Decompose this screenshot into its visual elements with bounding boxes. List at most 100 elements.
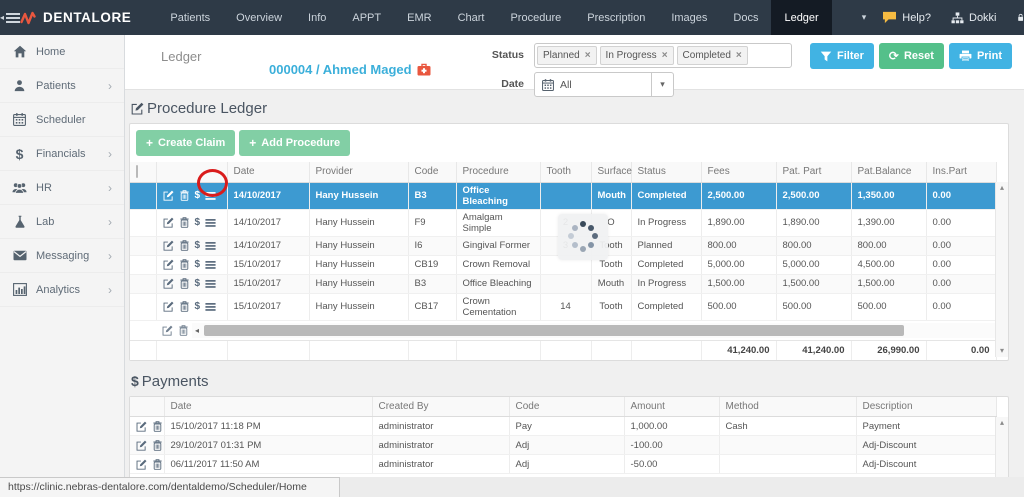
date-filter-select[interactable]: All ▾	[534, 72, 674, 97]
procedure-row[interactable]: $ 15/10/2017 Hany Hussein B3 Office Blea…	[130, 274, 996, 293]
print-button[interactable]: Print	[949, 43, 1012, 69]
nav-item-emr[interactable]: EMR	[394, 0, 444, 35]
close-icon[interactable]: ×	[736, 50, 742, 61]
edit-icon[interactable]	[163, 190, 174, 201]
cell-code: B3	[408, 182, 456, 209]
sidebar-item-home[interactable]: Home	[0, 35, 124, 69]
trash-icon[interactable]	[179, 217, 190, 228]
sidebar-item-messaging[interactable]: Messaging ›	[0, 239, 124, 273]
col-date: Date	[164, 397, 372, 417]
nav-more-dropdown[interactable]: ▾	[846, 0, 883, 35]
nav-item-images[interactable]: Images	[658, 0, 720, 35]
sidebar-item-patients[interactable]: Patients ›	[0, 69, 124, 103]
procedure-table-area: Date Provider Code Procedure Tooth Surfa…	[130, 162, 1008, 360]
trash-icon[interactable]	[179, 301, 190, 312]
nav-item-chart[interactable]: Chart	[445, 0, 498, 35]
payment-row[interactable]: 15/10/2017 11:18 PM administrator Pay 1,…	[130, 417, 996, 436]
user-menu[interactable]: System Administrator ▾	[1017, 6, 1024, 30]
details-list-icon[interactable]	[205, 279, 216, 289]
nav-item-ledger[interactable]: Ledger	[771, 0, 831, 35]
scroll-down-arrow[interactable]: ▾	[1000, 347, 1004, 355]
cell-status: Completed	[631, 182, 701, 209]
edit-icon[interactable]	[136, 421, 147, 432]
brand[interactable]: DENTALORE	[20, 0, 157, 35]
sidebar-item-analytics[interactable]: Analytics ›	[0, 273, 124, 307]
procedure-toolbar: + Create Claim + Add Procedure	[130, 124, 1008, 162]
edit-icon[interactable]	[163, 240, 174, 251]
status-filter-input[interactable]: Planned × In Progress × Completed ×	[534, 43, 792, 68]
edit-icon[interactable]	[163, 259, 174, 270]
vertical-scrollbar[interactable]: ▴ ▾	[995, 182, 1008, 357]
edit-icon[interactable]	[163, 278, 174, 289]
procedure-ledger-title: Procedure Ledger	[131, 100, 1010, 117]
payment-dollar-icon[interactable]: $	[195, 278, 201, 289]
edit-icon[interactable]	[162, 325, 173, 336]
edit-icon[interactable]	[136, 459, 147, 470]
trash-icon[interactable]	[179, 259, 190, 270]
payment-dollar-icon[interactable]: $	[195, 259, 201, 270]
flask-icon	[12, 215, 27, 228]
scrollbar-thumb[interactable]	[204, 325, 904, 336]
procedure-row-selected[interactable]: $ 14/10/2017 Hany Hussein B3 Office Blea…	[130, 182, 996, 209]
details-list-icon[interactable]	[205, 218, 216, 228]
details-list-icon[interactable]	[205, 241, 216, 251]
sidebar-item-scheduler[interactable]: Scheduler	[0, 103, 124, 137]
edit-icon[interactable]	[163, 217, 174, 228]
nav-item-appt[interactable]: APPT	[339, 0, 394, 35]
trash-icon[interactable]	[152, 421, 163, 432]
clinic-selector[interactable]: Dokki	[951, 12, 997, 24]
horizontal-scrollbar[interactable]: ◂ ▸	[192, 323, 1007, 338]
sidebar-item-financials[interactable]: $ Financials ›	[0, 137, 124, 171]
nav-item-prescription[interactable]: Prescription	[574, 0, 658, 35]
reset-button[interactable]: ⟳ Reset	[879, 43, 944, 69]
edit-icon[interactable]	[136, 440, 147, 451]
nav-item-docs[interactable]: Docs	[720, 0, 771, 35]
payment-row[interactable]: 06/11/2017 11:50 AM administrator Adj -5…	[130, 455, 996, 474]
trash-icon[interactable]	[179, 190, 190, 201]
col-pat-part: Pat. Part	[776, 162, 851, 182]
scroll-left-arrow[interactable]: ◂	[192, 326, 202, 335]
total-pat-balance: 26,990.00	[851, 341, 926, 360]
scroll-up-arrow[interactable]: ▴	[1000, 419, 1004, 427]
trash-icon[interactable]	[179, 278, 190, 289]
sidebar-item-lab[interactable]: Lab ›	[0, 205, 124, 239]
people-icon	[12, 181, 27, 194]
procedure-row[interactable]: $ 15/10/2017 Hany Hussein CB17 Crown Cem…	[130, 293, 996, 320]
cell-pat-part: 2,500.00	[776, 182, 851, 209]
trash-icon[interactable]	[152, 459, 163, 470]
nav-item-info[interactable]: Info	[295, 0, 339, 35]
dollar-icon: $	[12, 146, 27, 162]
edit-icon[interactable]	[163, 301, 174, 312]
payment-dollar-icon[interactable]: $	[195, 240, 201, 251]
chevron-down-icon[interactable]: ▾	[651, 73, 673, 96]
payment-row[interactable]: 29/10/2017 01:31 PM administrator Adj -1…	[130, 436, 996, 455]
help-link[interactable]: Help?	[882, 11, 931, 24]
payments-panel: Date Created By Code Amount Method Descr…	[129, 396, 1009, 478]
trash-icon[interactable]	[179, 240, 190, 251]
close-icon[interactable]: ×	[662, 50, 668, 61]
payment-dollar-icon[interactable]: $	[195, 217, 201, 228]
filter-button[interactable]: Filter	[810, 43, 874, 69]
details-list-icon[interactable]	[205, 260, 216, 270]
create-claim-button[interactable]: + Create Claim	[136, 130, 235, 156]
payment-dollar-icon[interactable]: $	[195, 190, 201, 201]
vertical-scrollbar[interactable]: ▴ ▾	[995, 417, 1008, 478]
page-title: Ledger	[161, 49, 269, 89]
details-list-icon[interactable]	[205, 302, 216, 312]
trash-icon[interactable]	[152, 440, 163, 451]
close-icon[interactable]: ×	[585, 50, 591, 61]
payment-dollar-icon[interactable]: $	[195, 301, 201, 312]
procedure-ledger-panel: + Create Claim + Add Procedure D	[129, 123, 1009, 361]
nav-item-procedure[interactable]: Procedure	[497, 0, 574, 35]
select-all-checkbox[interactable]	[136, 165, 138, 178]
sidebar-toggle-button[interactable]: ◂	[0, 0, 20, 35]
details-list-icon[interactable]	[205, 191, 216, 201]
add-procedure-button[interactable]: + Add Procedure	[239, 130, 350, 156]
sidebar-item-hr[interactable]: HR ›	[0, 171, 124, 205]
trash-icon[interactable]	[178, 325, 189, 336]
nav-item-patients[interactable]: Patients	[157, 0, 223, 35]
scroll-up-arrow[interactable]: ▴	[1000, 184, 1004, 192]
nav-item-overview[interactable]: Overview	[223, 0, 295, 35]
patient-link[interactable]: 000004 / Ahmed Maged	[269, 49, 431, 89]
hamburger-icon	[6, 12, 20, 24]
